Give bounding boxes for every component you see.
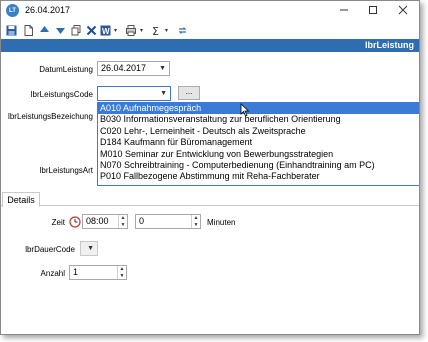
- code-label: lbrLeistungsCode: [30, 90, 93, 99]
- copy-icon: [71, 24, 80, 35]
- arrow-down-icon: [55, 27, 65, 34]
- anzahl-value: 1: [73, 267, 79, 277]
- tab-strip: Details: [1, 192, 419, 207]
- spin-down-icon[interactable]: ▼: [192, 222, 200, 229]
- datum-value: 26.04.2017: [101, 63, 147, 73]
- close-button[interactable]: [395, 3, 411, 17]
- dropdown-item[interactable]: D184 Kaufmann für Büromanagement: [98, 137, 419, 148]
- time-stepper[interactable]: 08:00 ▲ ▼: [82, 214, 128, 229]
- minimize-button[interactable]: [336, 3, 352, 17]
- close-icon: [398, 5, 408, 15]
- refresh-icon: [178, 26, 186, 34]
- spin-down-icon[interactable]: ▼: [118, 273, 126, 280]
- chevron-down-icon: ▼: [87, 245, 94, 252]
- svg-text:Σ: Σ: [152, 25, 159, 36]
- new-record-button[interactable]: [22, 23, 34, 37]
- move-down-button[interactable]: [54, 23, 66, 37]
- save-icon: [6, 25, 16, 35]
- mouse-cursor-icon: [240, 103, 250, 117]
- app-window: LT 26.04.2017 W Σ lbrLeistung DatumLeist…: [0, 0, 420, 335]
- spin-down-icon[interactable]: ▼: [119, 222, 127, 229]
- word-export-button[interactable]: W: [99, 23, 121, 37]
- refresh-button[interactable]: [176, 23, 188, 37]
- datum-label: DatumLeistung: [39, 65, 93, 74]
- minutes-value: 0: [139, 216, 145, 226]
- chevron-down-icon: ▼: [159, 65, 166, 72]
- delete-icon: [86, 25, 96, 35]
- art-label: lbrLeistungsArt: [39, 166, 93, 175]
- code-combo[interactable]: ▼: [97, 86, 171, 101]
- app-logo-icon: LT: [6, 4, 19, 17]
- svg-text:W: W: [102, 27, 110, 36]
- sigma-icon: Σ: [152, 25, 168, 36]
- dropdown-item[interactable]: B030 Informationsveranstaltung zur beruf…: [98, 114, 419, 125]
- minimize-icon: [340, 9, 348, 11]
- maximize-button[interactable]: [365, 3, 381, 17]
- dropdown-item[interactable]: A010 Aufnahmegespräch: [98, 103, 419, 115]
- minutes-stepper[interactable]: 0 ▲ ▼: [135, 214, 201, 229]
- window-title: 26.04.2017: [25, 5, 71, 15]
- anzahl-spinner[interactable]: ▲ ▼: [117, 266, 126, 279]
- code-dropdown-list[interactable]: A010 Aufnahmegespräch B030 Informationsv…: [97, 102, 419, 186]
- anzahl-stepper[interactable]: 1 ▲ ▼: [69, 265, 127, 280]
- dauer-label: lbrDauerCode: [25, 245, 75, 254]
- zeit-label: Zeit: [51, 218, 65, 227]
- tab-details[interactable]: Details: [2, 192, 40, 207]
- dropdown-item[interactable]: C020 Lehr-, Lerneinheit - Deutsch als Zw…: [98, 126, 419, 137]
- time-value: 08:00: [86, 216, 109, 226]
- arrow-up-icon: [39, 25, 49, 32]
- bezeichnung-label: lbrLeistungsBezeichung: [8, 112, 93, 121]
- dropdown-item[interactable]: M010 Seminar zur Entwicklung von Bewerbu…: [98, 149, 419, 160]
- time-spinner[interactable]: ▲ ▼: [118, 215, 127, 228]
- print-button[interactable]: [125, 23, 147, 37]
- minutes-label: Minuten: [207, 218, 236, 227]
- datum-combo[interactable]: 26.04.2017 ▼: [97, 61, 170, 76]
- move-up-button[interactable]: [38, 23, 50, 37]
- dauer-combo: ▼: [80, 241, 98, 256]
- title-bar[interactable]: LT 26.04.2017: [1, 1, 419, 21]
- maximize-icon: [369, 6, 377, 14]
- code-lookup-button[interactable]: ...: [178, 86, 200, 100]
- dropdown-item[interactable]: P010 Fallbezogene Abstimmung mit Reha-Fa…: [98, 171, 419, 182]
- sum-button[interactable]: Σ: [150, 23, 172, 37]
- word-icon: W: [100, 25, 117, 36]
- new-document-icon: [24, 24, 33, 36]
- form-caption: lbrLeistung: [1, 39, 419, 52]
- save-button[interactable]: [5, 23, 17, 37]
- delete-button[interactable]: [85, 23, 97, 37]
- dropdown-item[interactable]: N070 Schreibtraining - Computerbedienung…: [98, 160, 419, 171]
- chevron-down-icon: ▼: [160, 90, 167, 97]
- toolbar: W Σ: [1, 21, 419, 39]
- anzahl-label: Anzahl: [40, 269, 65, 278]
- clock-icon: [69, 216, 81, 228]
- minutes-spinner[interactable]: ▲ ▼: [191, 215, 200, 228]
- copy-button[interactable]: [70, 23, 82, 37]
- print-icon: [126, 24, 143, 36]
